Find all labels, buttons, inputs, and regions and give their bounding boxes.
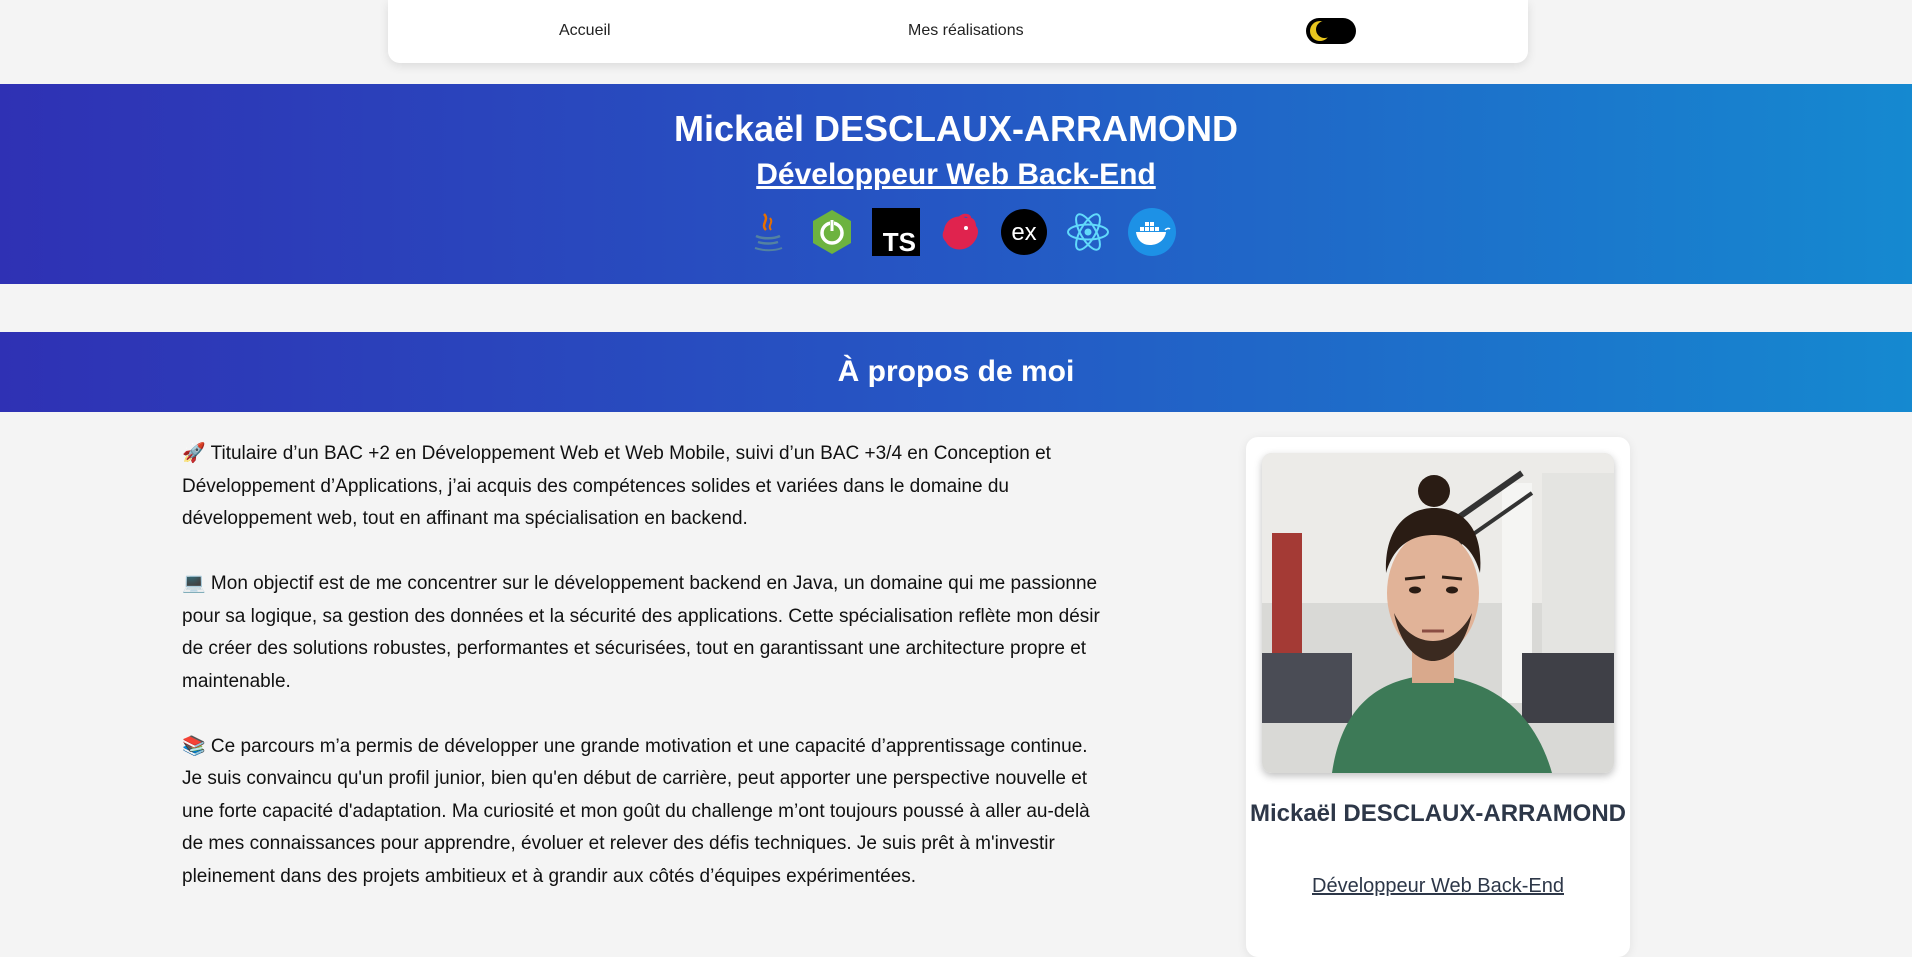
nav-link-home[interactable]: Accueil [559, 22, 611, 40]
express-label: ex [1011, 219, 1036, 246]
nav-link-works[interactable]: Mes réalisations [908, 22, 1024, 40]
typescript-label: TS [883, 227, 916, 256]
typescript-icon: TS [872, 208, 920, 256]
about-section-header: À propos de moi [0, 332, 1912, 412]
about-paragraph: 📚 Ce parcours m’a permis de développer u… [182, 735, 1090, 887]
hero-name: Mickaël DESCLAUX-ARRAMOND [673, 108, 1239, 149]
hero-role: Développeur Web Back-End [756, 158, 1156, 191]
top-navbar: Accueil Mes réalisations [388, 0, 1528, 63]
tech-stack-icons: TS ex [744, 208, 1176, 258]
profile-card: Mickaël DESCLAUX-ARRAMOND Développeur We… [1246, 437, 1630, 957]
docker-icon [1128, 208, 1176, 256]
card-role-link[interactable]: Développeur Web Back-End [1246, 875, 1630, 898]
about-text: 🚀 Titulaire d’un BAC +2 en Développement… [182, 438, 1102, 926]
nestjs-icon [936, 208, 984, 256]
express-icon: ex [1000, 208, 1048, 256]
about-paragraph: 💻 Mon objectif est de me concentrer sur … [182, 573, 1100, 692]
theme-toggle[interactable] [1306, 18, 1356, 44]
card-name: Mickaël DESCLAUX-ARRAMOND [1249, 800, 1627, 827]
spring-boot-icon [808, 208, 856, 256]
about-paragraph: 🚀 Titulaire d’un BAC +2 en Développement… [182, 443, 1051, 529]
java-icon [744, 208, 792, 256]
hero-banner: Mickaël DESCLAUX-ARRAMOND Développeur We… [0, 84, 1912, 284]
react-icon [1064, 208, 1112, 256]
profile-photo [1262, 453, 1614, 773]
about-title: À propos de moi [837, 355, 1075, 388]
moon-icon [1310, 21, 1333, 41]
